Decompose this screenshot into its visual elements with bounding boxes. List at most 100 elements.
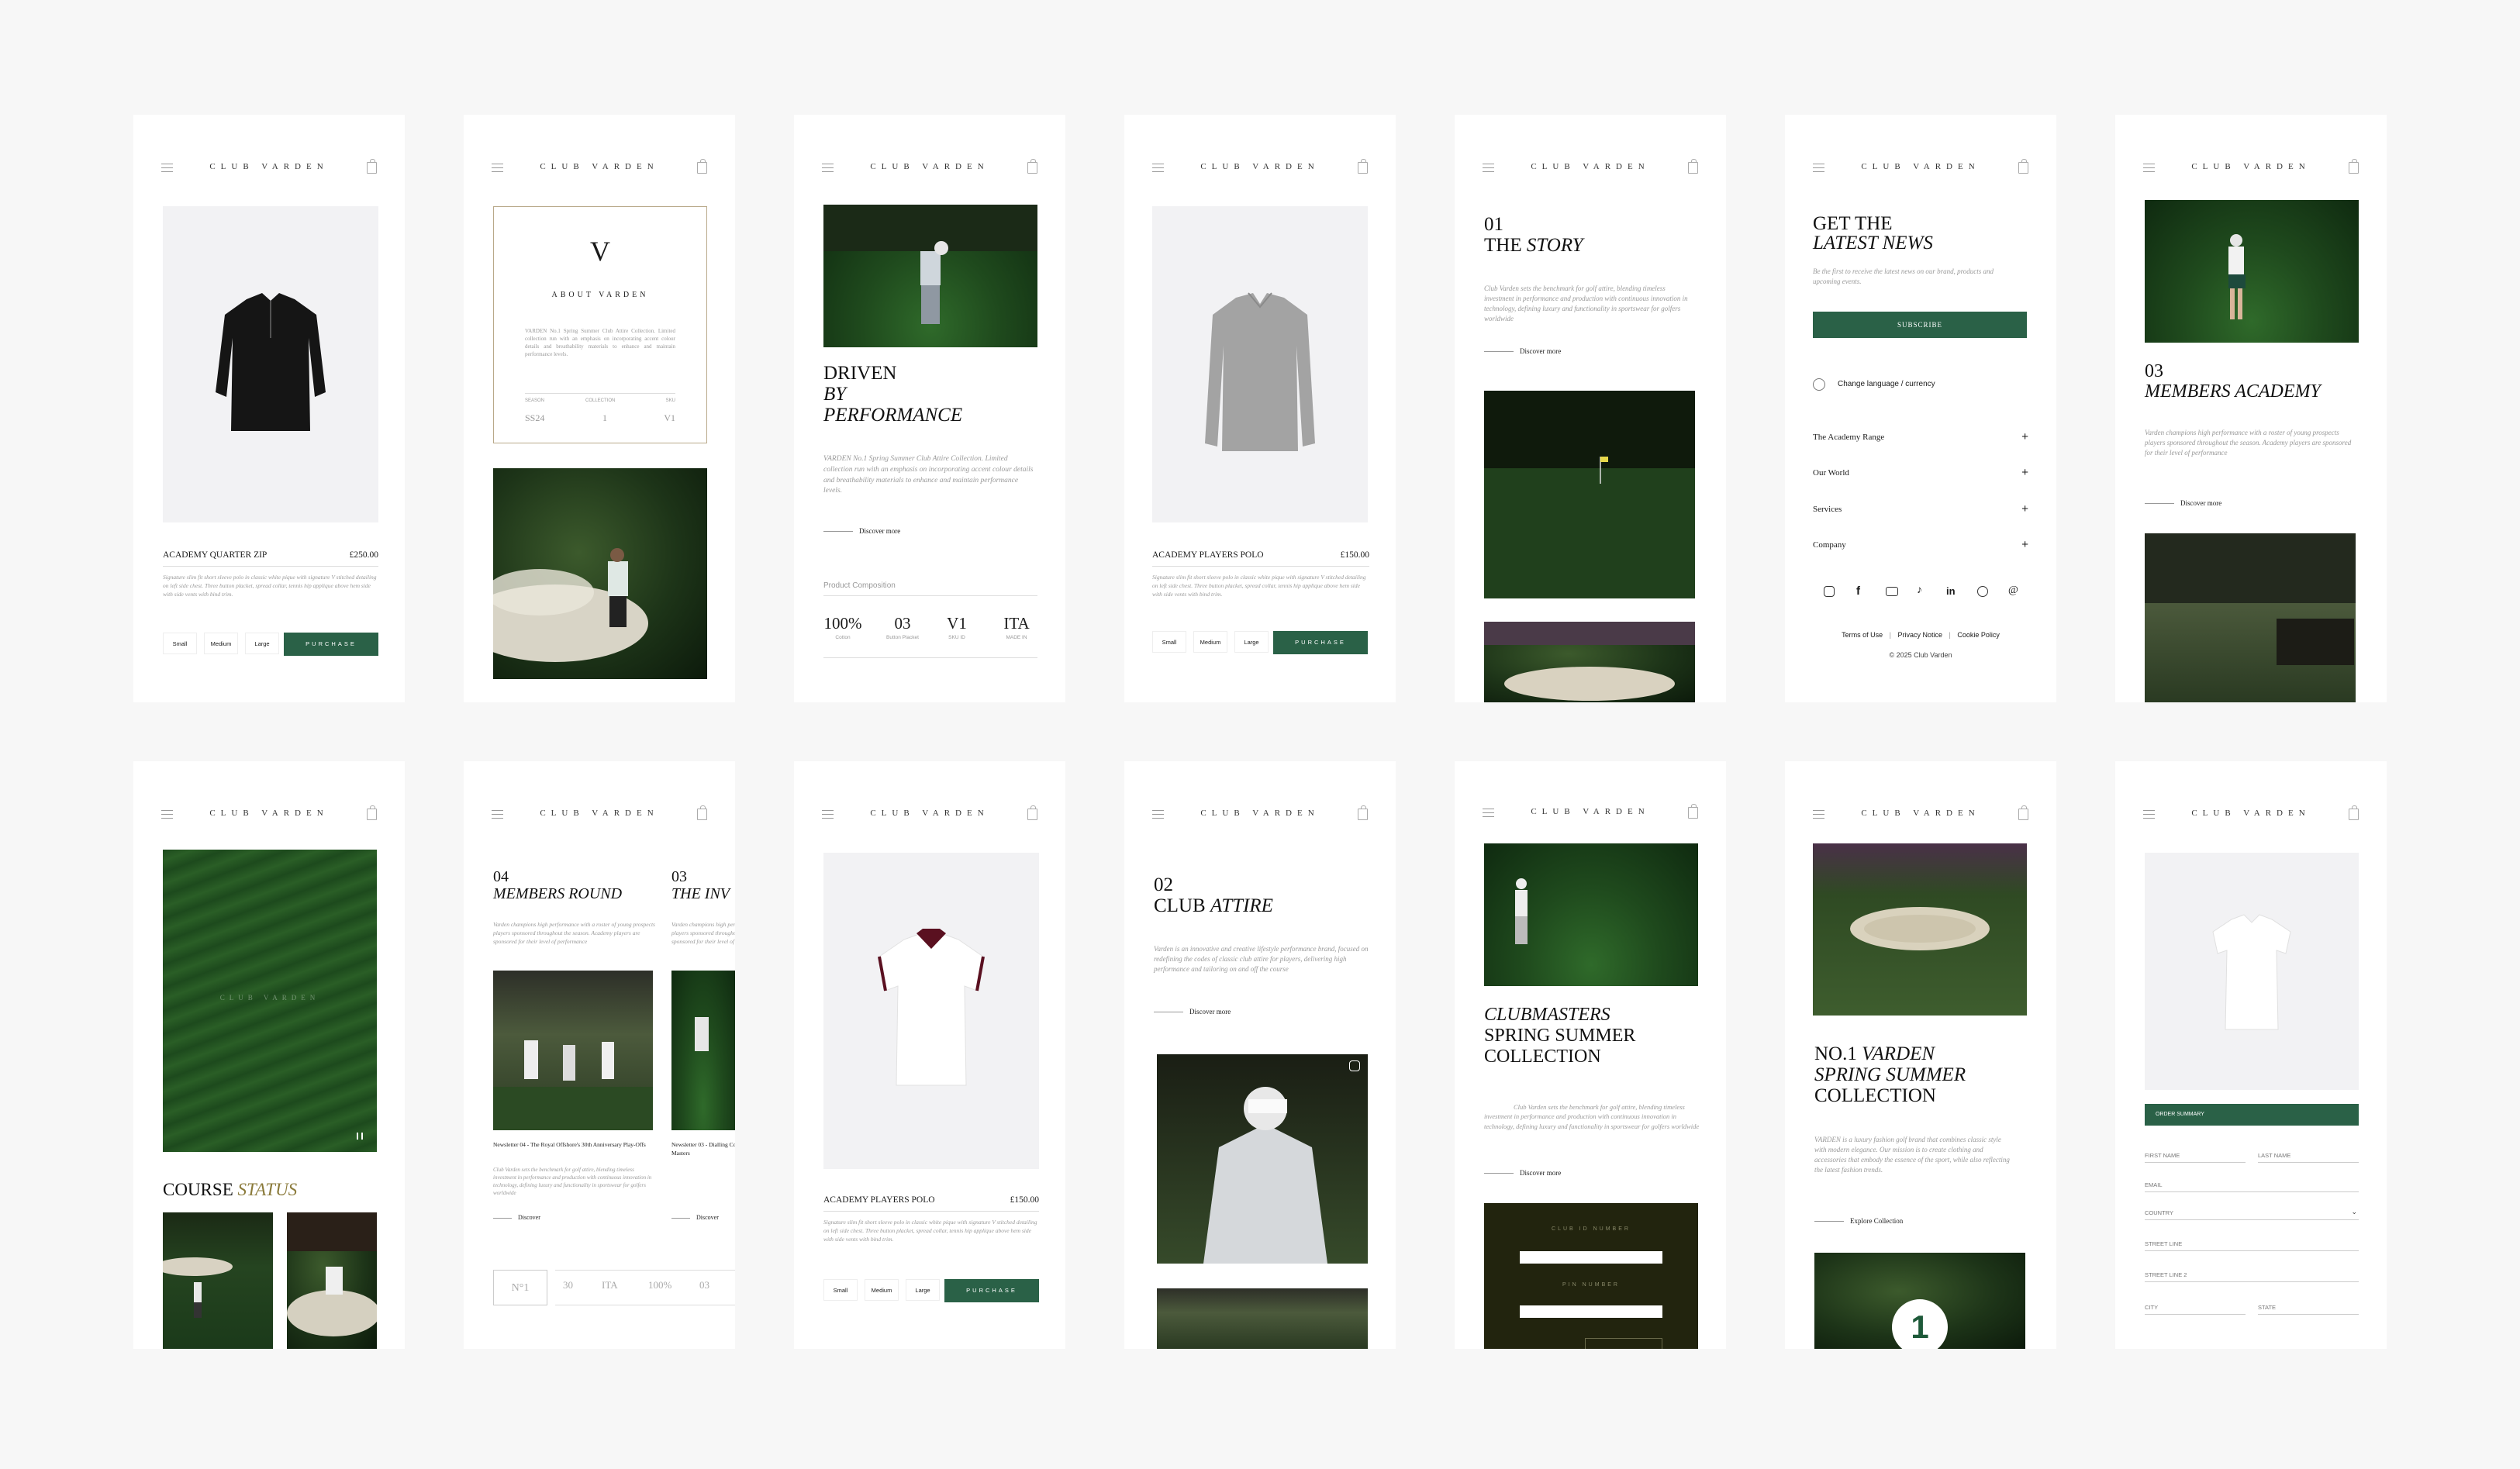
- newsletter-body: Be the first to receive the latest news …: [1813, 267, 1994, 286]
- article-1-photo[interactable]: [493, 971, 653, 1130]
- article-2-photo[interactable]: [671, 971, 735, 1130]
- terms-link[interactable]: Terms of Use: [1842, 631, 1883, 639]
- course-status-card: CLUB VARDEN CLUB VARDEN COURSE STATUS: [133, 761, 405, 1349]
- course-photo-1: [163, 1212, 273, 1349]
- bag-icon[interactable]: [1688, 159, 1698, 174]
- sku-value: V1: [664, 412, 675, 423]
- article-1-body: Varden champions high performance with a…: [493, 921, 655, 945]
- pinterest-icon[interactable]: [1977, 586, 1988, 597]
- order-summary-toggle[interactable]: ORDER SUMMARY: [2145, 1104, 2359, 1126]
- golfer-putting-photo: [1484, 843, 1698, 986]
- bag-icon[interactable]: [697, 159, 707, 174]
- stat-placket: 03 Button Placket: [886, 614, 919, 640]
- facebook-icon[interactable]: f: [1856, 584, 1860, 598]
- discover-link-2[interactable]: Discover: [671, 1214, 719, 1221]
- bag-icon[interactable]: [367, 805, 377, 820]
- brand-logo: CLUB VARDEN: [2191, 809, 2311, 818]
- street-line-2-field[interactable]: STREET LINE 2: [2145, 1271, 2359, 1282]
- flag-photo: 1: [1814, 1253, 2025, 1349]
- size-medium[interactable]: Medium: [1193, 631, 1227, 653]
- course-crowd-photo: [2145, 533, 2356, 702]
- about-card: CLUB VARDEN V ABOUT VARDEN VARDEN No.1 S…: [464, 115, 735, 702]
- discover-link[interactable]: Discover more: [2145, 499, 2221, 507]
- about-body: VARDEN No.1 Spring Summer Club Attire Co…: [525, 328, 675, 358]
- menu-our-world[interactable]: Our World +: [1813, 466, 2028, 485]
- bag-icon[interactable]: [1358, 805, 1368, 820]
- product-image: [2145, 853, 2359, 1090]
- tiktok-icon[interactable]: ♪: [1917, 584, 1922, 597]
- attire-body: Varden is an innovative and creative lif…: [1154, 945, 1369, 974]
- composition-label: Product Composition: [823, 581, 896, 590]
- article-1-excerpt: Club Varden sets the benchmark for golf …: [493, 1167, 652, 1197]
- bag-icon[interactable]: [2018, 159, 2028, 174]
- menu-company[interactable]: Company +: [1813, 538, 2028, 557]
- state-field[interactable]: STATE: [2258, 1304, 2359, 1315]
- email-field[interactable]: EMAIL: [2145, 1181, 2359, 1192]
- bunker-photo: [1484, 622, 1695, 702]
- menu-services[interactable]: Services +: [1813, 502, 2028, 522]
- instagram-icon[interactable]: [1824, 586, 1835, 597]
- bag-icon[interactable]: [2349, 805, 2359, 820]
- course-video[interactable]: CLUB VARDEN: [163, 850, 377, 1152]
- submit-button[interactable]: [1585, 1338, 1662, 1349]
- discover-link[interactable]: Discover more: [1484, 1169, 1561, 1177]
- privacy-link[interactable]: Privacy Notice: [1897, 631, 1942, 639]
- article-1-heading: 04 MEMBERS ROUND: [493, 868, 623, 902]
- purchase-button[interactable]: PURCHASE: [1273, 631, 1368, 654]
- threads-icon[interactable]: @: [2008, 584, 2018, 597]
- bag-icon[interactable]: [1027, 159, 1037, 174]
- course-strip-photo: [1157, 1288, 1368, 1349]
- bag-icon[interactable]: [1358, 159, 1368, 174]
- linkedin-icon[interactable]: in: [1946, 585, 1956, 597]
- bag-icon[interactable]: [2018, 805, 2028, 820]
- discover-link[interactable]: Discover more: [1484, 347, 1561, 355]
- city-field[interactable]: CITY: [2145, 1304, 2246, 1315]
- purchase-button[interactable]: PURCHASE: [944, 1279, 1039, 1302]
- size-small[interactable]: Small: [163, 633, 197, 654]
- about-box: V ABOUT VARDEN VARDEN No.1 Spring Summer…: [493, 206, 707, 443]
- size-small[interactable]: Small: [823, 1279, 858, 1301]
- explore-link[interactable]: Explore Collection: [1814, 1217, 1903, 1225]
- pause-icon[interactable]: [357, 1133, 363, 1140]
- season-label: SEASON: [525, 398, 545, 403]
- size-large[interactable]: Large: [906, 1279, 940, 1301]
- stat-sku: V1 SKU ID: [947, 614, 967, 640]
- first-name-field[interactable]: FIRST NAME: [2145, 1152, 2246, 1163]
- bag-icon[interactable]: [1688, 804, 1698, 819]
- discover-link[interactable]: Discover more: [1154, 1008, 1231, 1016]
- article-2-body: Varden champions high performance with a…: [671, 921, 735, 945]
- size-medium[interactable]: Medium: [865, 1279, 899, 1301]
- product-price: £150.00: [1340, 550, 1369, 560]
- size-large[interactable]: Large: [245, 633, 279, 654]
- player-photo[interactable]: [1157, 1054, 1368, 1264]
- discover-link-1[interactable]: Discover: [493, 1214, 540, 1221]
- club-id-input[interactable]: [1520, 1251, 1662, 1264]
- last-name-field[interactable]: LAST NAME: [2258, 1152, 2359, 1163]
- size-large[interactable]: Large: [1234, 631, 1269, 653]
- purchase-button[interactable]: PURCHASE: [284, 633, 378, 656]
- youtube-icon[interactable]: [1886, 587, 1898, 596]
- bag-icon[interactable]: [1027, 805, 1037, 820]
- pin-input[interactable]: [1520, 1305, 1662, 1318]
- size-medium[interactable]: Medium: [204, 633, 238, 654]
- street-line-field[interactable]: STREET LINE: [2145, 1240, 2359, 1251]
- bag-icon[interactable]: [367, 159, 377, 174]
- checkout-card: CLUB VARDEN ORDER SUMMARY FIRST NAME LAS…: [2115, 761, 2387, 1349]
- member-login-panel: CLUB ID NUMBER PIN NUMBER: [1484, 1203, 1698, 1349]
- brand-logo: CLUB VARDEN: [1531, 162, 1650, 171]
- instagram-icon[interactable]: [1349, 1060, 1360, 1071]
- performance-heading: DRIVEN BY PERFORMANCE: [823, 363, 963, 426]
- bag-icon[interactable]: [697, 805, 707, 820]
- article-2-caption: Newsletter 03 - Dialling Covers At The M…: [671, 1141, 735, 1157]
- language-selector[interactable]: Change language / currency: [1838, 380, 1935, 388]
- subscribe-button[interactable]: SUBSCRIBE: [1813, 312, 2027, 338]
- stat-ita: ITA: [602, 1279, 618, 1291]
- newsletter-heading: GET THE LATEST NEWS: [1813, 213, 1933, 253]
- discover-link[interactable]: Discover more: [823, 527, 900, 535]
- size-small[interactable]: Small: [1152, 631, 1186, 653]
- cookie-link[interactable]: Cookie Policy: [1957, 631, 2000, 639]
- bag-icon[interactable]: [2349, 159, 2359, 174]
- country-select[interactable]: COUNTRY ⌄: [2145, 1208, 2359, 1220]
- menu-academy-range[interactable]: The Academy Range +: [1813, 430, 2028, 450]
- product-image: [1152, 206, 1368, 522]
